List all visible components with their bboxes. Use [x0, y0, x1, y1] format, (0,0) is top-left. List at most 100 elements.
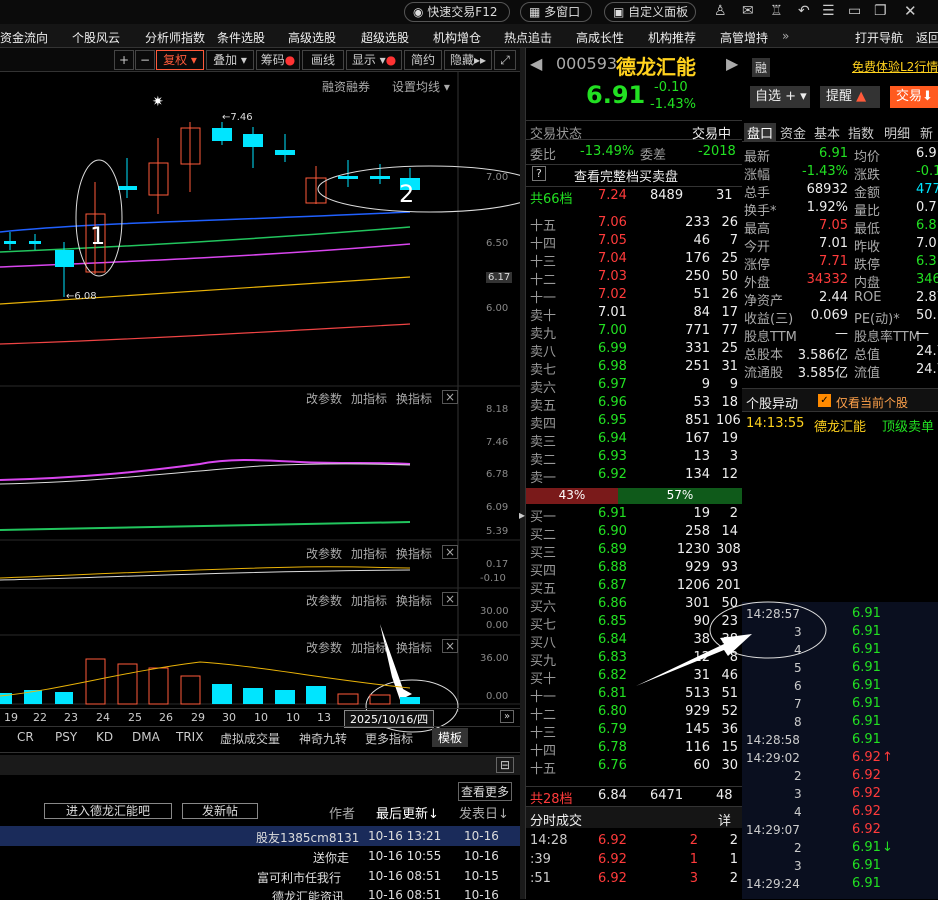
only-current-checkbox[interactable]: ✓: [818, 394, 831, 407]
depth-level-row[interactable]: 卖九 7.00 771 77: [526, 322, 742, 342]
forum-row[interactable]: 送你走 10-16 10:55 10-16: [0, 846, 520, 866]
back-icon[interactable]: ↶: [798, 3, 810, 19]
tab-kd[interactable]: KD: [96, 730, 113, 744]
depth-level-row[interactable]: 十三 6.79 145 36: [526, 721, 742, 741]
depth-level-row[interactable]: 卖六 6.97 9 9: [526, 376, 742, 396]
enter-bar-button[interactable]: 进入德龙汇能吧: [44, 803, 172, 819]
alert-title[interactable]: 个股异动: [746, 393, 798, 412]
watchlist-button[interactable]: 自选 + ▾: [750, 86, 810, 108]
fullscreen-icon[interactable]: ⤢: [494, 50, 516, 70]
minimize-icon[interactable]: ▭: [848, 3, 861, 19]
depth-level-row[interactable]: 买一 6.91 19 2: [526, 505, 742, 525]
sub2-swap-indicator-button[interactable]: 换指标: [396, 545, 432, 562]
sub3-params-button[interactable]: 改参数: [306, 592, 342, 609]
vol-close-icon[interactable]: ×: [442, 639, 459, 653]
tab-funds[interactable]: 资金: [780, 123, 806, 142]
sub2-add-indicator-button[interactable]: 加指标: [351, 545, 387, 562]
tab-new[interactable]: 新: [920, 123, 933, 142]
depth-level-row[interactable]: 卖八 6.99 331 25: [526, 340, 742, 360]
depth-level-row[interactable]: 卖一 6.92 134 12: [526, 466, 742, 486]
tab-psy[interactable]: PSY: [55, 730, 77, 744]
simple-button[interactable]: 简约: [404, 50, 442, 70]
trade-button[interactable]: 交易⬇: [890, 86, 938, 108]
tab-index[interactable]: 指数: [848, 123, 874, 142]
hide-button[interactable]: 隐藏▸▸: [444, 50, 492, 70]
next-stock-icon[interactable]: ▶: [726, 54, 738, 73]
new-post-button[interactable]: 发新帖: [182, 803, 258, 819]
depth-level-row[interactable]: 十三 7.04 176 25: [526, 250, 742, 270]
depth-level-row[interactable]: 卖五 6.96 53 18: [526, 394, 742, 414]
tab-detail[interactable]: 明细: [884, 123, 910, 142]
remind-button[interactable]: 提醒 ▲: [820, 86, 880, 108]
menu-inst-recommend[interactable]: 机构推荐: [648, 29, 696, 46]
depth-level-row[interactable]: 卖十 7.01 84 17: [526, 304, 742, 324]
sub1-swap-indicator-button[interactable]: 换指标: [396, 390, 432, 407]
sub2-close-icon[interactable]: ×: [442, 545, 459, 559]
forum-row[interactable]: 富可利市任我行 10-16 08:51 10-15: [0, 866, 520, 886]
alert-row[interactable]: 14:13:55 德龙汇能 顶级卖单: [742, 416, 938, 435]
view-more-button[interactable]: 查看更多: [458, 782, 513, 801]
vol-swap-indicator-button[interactable]: 换指标: [396, 639, 432, 656]
tab-magic-nine[interactable]: 神奇九转: [299, 730, 347, 747]
sub1-params-button[interactable]: 改参数: [306, 390, 342, 407]
full-depth-row[interactable]: ? 查看完整档买卖盘: [526, 164, 742, 185]
sub2-params-button[interactable]: 改参数: [306, 545, 342, 562]
tab-more-indicators[interactable]: 更多指标: [365, 730, 413, 747]
depth-level-row[interactable]: 卖二 6.93 13 3: [526, 448, 742, 468]
depth-level-row[interactable]: 卖七 6.98 251 31: [526, 358, 742, 378]
depth-level-row[interactable]: 买四 6.88 929 93: [526, 559, 742, 579]
depth-level-row[interactable]: 卖三 6.94 167 19: [526, 430, 742, 450]
close-icon[interactable]: ✕: [904, 2, 917, 20]
menu-condition-select[interactable]: 条件选股: [217, 29, 265, 46]
sub3-swap-indicator-button[interactable]: 换指标: [396, 592, 432, 609]
sub1-close-icon[interactable]: ×: [442, 390, 459, 404]
custom-panel-button[interactable]: ▣ 自定义面板: [604, 2, 696, 22]
depth-level-row[interactable]: 买五 6.87 1206 201: [526, 577, 742, 597]
menu-hot-chase[interactable]: 热点追击: [504, 29, 552, 46]
depth-level-row[interactable]: 买二 6.90 258 14: [526, 523, 742, 543]
display-button[interactable]: 显示 ▾●: [346, 50, 402, 70]
restore-icon[interactable]: ❐: [874, 3, 887, 19]
tab-cr[interactable]: CR: [17, 730, 34, 744]
zoom-out-button[interactable]: −: [135, 50, 155, 70]
mail-icon[interactable]: ✉: [742, 3, 754, 19]
tab-dma[interactable]: DMA: [132, 730, 160, 744]
depth-level-row[interactable]: 十四 6.78 116 15: [526, 739, 742, 759]
author-column-header[interactable]: 作者: [329, 803, 355, 822]
menu-analyst-index[interactable]: 分析师指数: [145, 29, 205, 46]
restore-right-button[interactable]: 复权 ▾: [156, 50, 204, 70]
vol-add-indicator-button[interactable]: 加指标: [351, 639, 387, 656]
depth-level-row[interactable]: 十二 6.80 929 52: [526, 703, 742, 723]
menu-advanced-select[interactable]: 高级选股: [288, 29, 336, 46]
overlay-button[interactable]: 叠加 ▾: [206, 50, 254, 70]
menu-return[interactable]: 返回: [916, 29, 938, 46]
menu-super-select[interactable]: 超级选股: [361, 29, 409, 46]
depth-level-row[interactable]: 十一 7.02 51 26: [526, 286, 742, 306]
collapse-icon[interactable]: ⊟: [496, 757, 515, 773]
quick-trade-button[interactable]: ◉ 快速交易F12: [404, 2, 510, 22]
tab-virtual-volume[interactable]: 虚拟成交量: [220, 730, 280, 747]
user-icon[interactable]: ♙: [714, 3, 727, 19]
multi-window-button[interactable]: ▦ 多窗口: [520, 2, 592, 22]
tab-trix[interactable]: TRIX: [176, 730, 203, 744]
promo-link[interactable]: 免费体验L2行情: [852, 58, 938, 75]
menu-exec-increase[interactable]: 高管增持: [720, 29, 768, 46]
draw-line-button[interactable]: 画线: [302, 50, 344, 70]
tab-pankou[interactable]: 盘口: [744, 123, 777, 142]
tab-basic[interactable]: 基本: [814, 123, 840, 142]
depth-level-row[interactable]: 十四 7.05 46 7: [526, 232, 742, 252]
menu-icon[interactable]: ☰: [822, 3, 835, 19]
vol-params-button[interactable]: 改参数: [306, 639, 342, 656]
prev-stock-icon[interactable]: ◀: [530, 54, 542, 73]
menu-open-nav[interactable]: 打开导航: [855, 29, 903, 46]
skin-icon[interactable]: ♖: [770, 3, 783, 19]
help-icon[interactable]: ?: [532, 166, 546, 181]
sub3-close-icon[interactable]: ×: [442, 592, 459, 606]
forum-row[interactable]: 德龙汇能资讯 10-16 08:51 10-16: [0, 886, 520, 900]
menu-inst-increase[interactable]: 机构增仓: [433, 29, 481, 46]
scroll-right-icon[interactable]: »: [500, 710, 515, 723]
forum-row[interactable]: 股友1385cm8131 10-16 13:21 10-16: [0, 826, 520, 846]
depth-level-row[interactable]: 十五 6.76 60 30: [526, 757, 742, 777]
sub1-add-indicator-button[interactable]: 加指标: [351, 390, 387, 407]
tab-template[interactable]: 模板: [432, 728, 469, 747]
